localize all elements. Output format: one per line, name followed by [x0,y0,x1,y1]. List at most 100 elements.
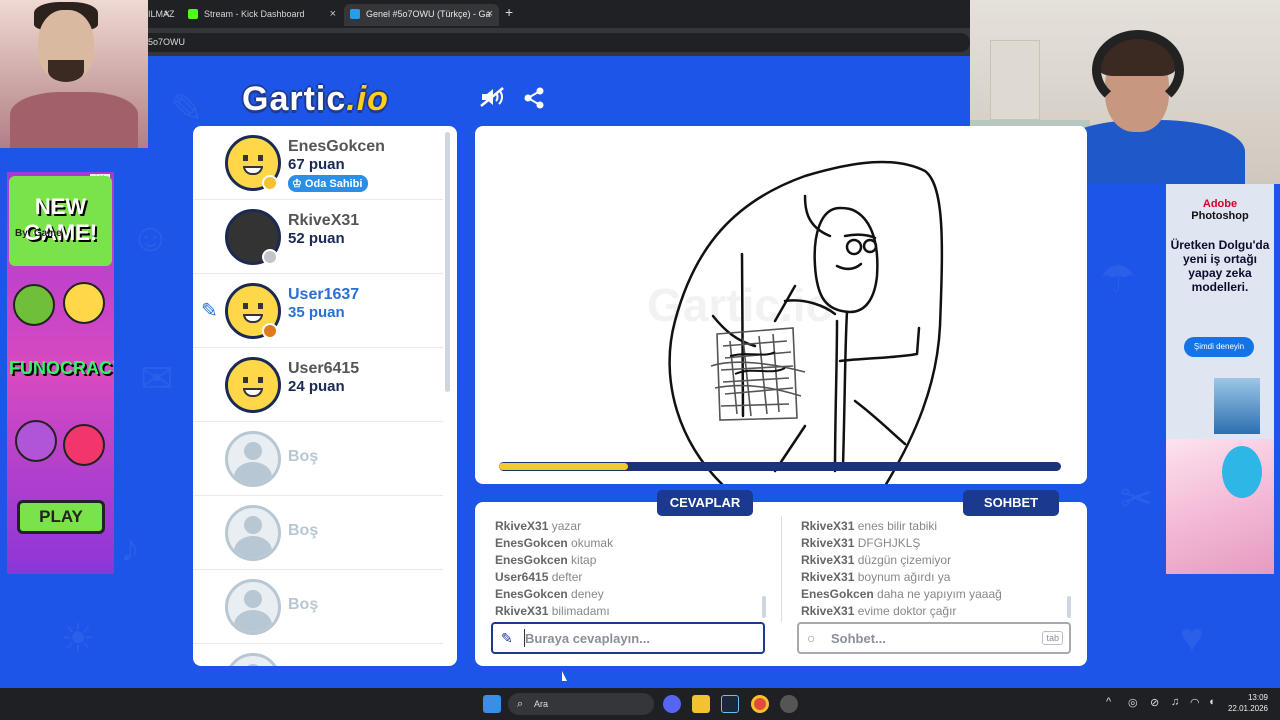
chrome-icon[interactable] [751,695,769,713]
microphone-icon[interactable]: ♫ [1171,696,1179,708]
player-row[interactable]: ✎ User1637 35 puan [193,274,443,348]
empty-slot: Boş [193,570,443,644]
chevron-up-icon[interactable]: ^ [1106,696,1111,708]
discord-icon[interactable] [663,695,681,713]
answer-message: EnesGokcen okumak [495,536,614,550]
crown-icon: ♔ [292,178,305,190]
character-icon [15,420,57,462]
mute-sound-icon[interactable] [478,86,506,114]
tab-key-hint: tab [1042,631,1063,645]
empty-slot-label: Boş [288,596,319,613]
ad-model-image [1222,446,1262,498]
ad-byline: By: Game [15,228,62,239]
player-name: RkiveX31 [288,212,360,229]
chat-message: RkiveX31 boynum ağırdı ya [801,570,951,584]
chat-placeholder: Sohbet... [831,631,886,646]
status-dot [262,249,278,265]
close-icon[interactable]: × [164,4,170,24]
chat-message: RkiveX31 evime doktor çağır [801,604,957,618]
avatar [225,357,281,413]
player-row[interactable]: EnesGokcen 67 puan ♔ Oda Sahibi [193,126,443,200]
search-icon: ⌕ [517,698,524,710]
empty-slot [193,644,443,666]
empty-avatar-icon [225,505,281,561]
player-row[interactable]: User6415 24 puan [193,348,443,422]
answer-message: EnesGokcen deney [495,587,604,601]
player-points: 52 puan [288,230,345,247]
empty-avatar-icon [225,579,281,635]
ad-play-button[interactable]: PLAY [17,500,105,534]
obs-icon[interactable] [780,695,798,713]
right-advertisement[interactable]: Adobe Photoshop Üretken Dolgu'da yeni iş… [1166,184,1274,574]
search-icon: ○ [807,630,816,646]
wifi-icon[interactable]: ◠ [1190,696,1200,709]
kick-favicon-icon [188,9,198,19]
angry-face-icon [63,424,105,466]
network-off-icon[interactable]: ⊘ [1150,696,1159,709]
tab-3-label: Genel #5o7OWU (Türkçe) - Ga [366,9,491,19]
chat-message: RkiveX31 enes bilir tabiki [801,519,938,533]
taskbar-search[interactable]: ⌕ Ara [508,693,654,715]
player-row[interactable]: RkiveX31 52 puan [193,200,443,274]
left-advertisement[interactable]: i ✕ NEW GAME! By: Game FUNOCRACY PLAY [7,172,114,574]
chat-list: RkiveX31 enes bilir tabiki RkiveX31 DFGH… [801,518,1071,620]
ad-headline: NEW GAME! [9,176,112,266]
ad-copy: Üretken Dolgu'da yeni iş ortağı yapay ze… [1170,238,1270,294]
ad-image [1214,378,1260,434]
drawing-canvas[interactable]: Gartic.io [475,126,1087,484]
empty-avatar-icon [225,431,281,487]
taskbar-search-label: Ara [534,699,549,709]
players-scrollbar[interactable] [445,132,450,392]
windows-start-icon[interactable] [483,695,501,713]
webcam-overlay-left [0,0,148,148]
room-owner-badge: ♔ Oda Sahibi [288,175,369,192]
player-points: 24 puan [288,378,345,395]
chat-message: RkiveX31 DFGHJKLŞ [801,536,921,550]
windows-taskbar: ⌕ Ara ^ ◎ ⊘ ♫ ◠ ◖ 13:09 22.01.2026 [0,688,1280,720]
gartic-logo[interactable]: Gartic.io [242,80,389,119]
answer-message: RkiveX31 yazar [495,519,582,533]
drawing-sketch [668,160,944,484]
player-name: User1637 [288,286,360,303]
volume-icon[interactable]: ◖ [1208,696,1215,708]
tab-chat[interactable]: SOHBET [963,490,1059,516]
answers-scrollbar[interactable] [762,596,766,618]
steam-icon[interactable] [721,695,739,713]
answer-message: User6415 defter [495,570,583,584]
player-name: EnesGokcen [288,138,385,155]
ad-cta-button[interactable]: Şimdi deneyin [1184,337,1254,357]
chat-input[interactable]: ○ Sohbet... tab [797,622,1071,654]
ad-brand: FUNOCRACY [9,358,114,378]
taskbar-clock[interactable]: 13:09 22.01.2026 [1226,692,1268,714]
url-field[interactable]: gartic.io/055o7OWU [90,33,970,52]
clock-date: 22.01.2026 [1227,704,1268,713]
browser-tab-3[interactable]: Genel #5o7OWU (Türkçe) - Ga × [344,4,499,26]
chat-scrollbar[interactable] [1067,596,1071,618]
share-icon[interactable] [520,86,548,114]
status-dot [262,175,278,191]
thumbs-up-icon [13,284,55,326]
tray-app-icon[interactable]: ◎ [1128,696,1138,709]
ad-brand: Adobe Photoshop [1191,198,1249,222]
chat-message: EnesGokcen daha ne yapıyım yaaağ [801,587,1002,601]
tab-answers[interactable]: CEVAPLAR [657,490,753,516]
new-tab-button[interactable]: + [505,4,513,20]
drawing-pencil-icon: ✎ [201,300,218,322]
gartic-favicon-icon [350,9,360,19]
empty-slot: Boş [193,422,443,496]
panel-divider [781,516,782,622]
close-icon[interactable]: × [330,4,336,24]
close-icon[interactable]: × [487,4,493,24]
player-points: 67 puan [288,156,345,173]
empty-slot-label: Boş [288,522,319,539]
answer-input[interactable]: ✎ Buraya cevaplayın... [491,622,765,654]
empty-slot-label: Boş [288,448,319,465]
mouse-cursor-icon [562,671,567,681]
player-name: User6415 [288,360,360,377]
browser-tab-2[interactable]: Stream - Kick Dashboard × [182,4,342,26]
pencil-icon: ✎ [501,630,513,646]
file-explorer-icon[interactable] [692,695,710,713]
answers-list: RkiveX31 yazar EnesGokcen okumak EnesGok… [495,518,765,620]
round-timer-bar [499,462,1061,471]
clock-time: 13:09 [1247,693,1268,702]
